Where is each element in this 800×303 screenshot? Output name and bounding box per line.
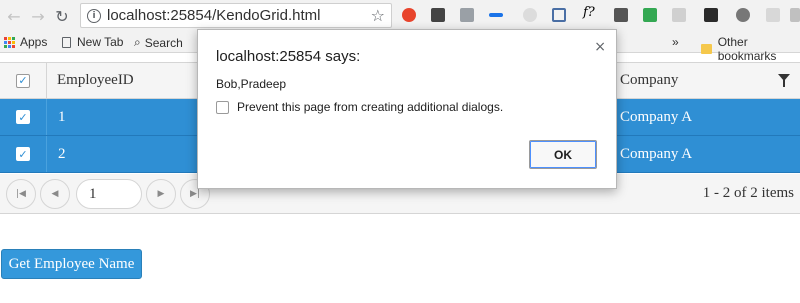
folder-icon <box>701 44 712 54</box>
apps-grid-icon <box>4 36 15 48</box>
dialog-title: localhost:25854 says: <box>216 48 361 65</box>
page-icon <box>62 36 71 48</box>
overflow-chevron-icon: » <box>672 35 679 49</box>
bookmark-search[interactable]: ⌕ Search <box>134 35 183 50</box>
grey-extension-icon[interactable] <box>766 8 780 22</box>
star-icon[interactable]: ☆ <box>371 6 385 25</box>
next-page-icon[interactable]: ▶ <box>146 179 176 209</box>
row-checkbox[interactable]: ✓ <box>16 110 30 124</box>
ok-button[interactable]: OK <box>529 140 597 169</box>
cell-company: Company A <box>620 146 693 162</box>
back-arrow-icon[interactable]: ← <box>2 4 26 28</box>
row-select-cell: ✓ <box>0 136 47 172</box>
cell-employeeid: 1 <box>58 109 66 125</box>
address-bar[interactable]: i localhost:25854/KendoGrid.html ☆ <box>80 3 392 28</box>
prevent-dialogs-checkbox[interactable] <box>216 100 229 114</box>
opera-extension-icon[interactable] <box>402 8 416 22</box>
g-extension-icon[interactable] <box>460 8 474 22</box>
m-extension-icon[interactable] <box>614 8 628 22</box>
select-all-checkbox[interactable]: ✓ <box>16 73 30 88</box>
bookmark-apps-label: Apps <box>20 35 48 49</box>
function-extension-icon[interactable]: f? <box>583 5 601 20</box>
browser-toolbar: ← → ↻ i localhost:25854/KendoGrid.html ☆… <box>0 0 800 31</box>
bookmark-other-label: Other bookmarks <box>717 35 777 63</box>
gear-extension-icon[interactable] <box>736 8 750 22</box>
column-header-company[interactable]: Company <box>620 72 678 89</box>
select-all-cell: ✓ <box>0 63 47 98</box>
row-select-cell: ✓ <box>0 99 47 135</box>
filter-icon-stem <box>783 80 785 87</box>
get-employee-name-button[interactable]: Get Employee Name <box>1 249 142 279</box>
cell-employeeid: 2 <box>58 146 66 162</box>
page-number-input[interactable]: 1 <box>76 179 142 209</box>
alert-dialog: localhost:25854 says: × Bob,Pradeep Prev… <box>197 29 617 189</box>
bookmark-search-label: Search <box>144 35 183 50</box>
forward-arrow-icon[interactable]: → <box>26 4 50 28</box>
colorful-extension-icon[interactable] <box>643 8 657 22</box>
prevent-dialogs-label: Prevent this page from creating addition… <box>237 100 504 114</box>
info-icon[interactable]: i <box>87 8 101 23</box>
bookmark-apps[interactable]: Apps <box>4 35 47 49</box>
circle-extension-icon[interactable] <box>523 8 537 22</box>
cell-company: Company A <box>620 109 693 125</box>
bookmark-new-tab[interactable]: New Tab <box>62 35 123 49</box>
screen-capture-extension-icon[interactable] <box>552 8 566 22</box>
previous-page-icon[interactable]: ◀ <box>40 179 70 209</box>
dialog-message: Bob,Pradeep <box>216 77 287 91</box>
bookmark-other[interactable]: Other bookmarks <box>701 35 800 63</box>
bookmark-new-tab-label: New Tab <box>77 35 124 49</box>
prevent-dialogs-option[interactable]: Prevent this page from creating addition… <box>216 100 503 114</box>
pager-info: 1 - 2 of 2 items <box>702 185 794 201</box>
column-header-employeeid[interactable]: EmployeeID <box>57 72 134 89</box>
search-icon: ⌕ <box>134 35 141 49</box>
close-icon[interactable]: × <box>594 39 606 55</box>
bookmarks-overflow-chevron[interactable]: » <box>672 35 679 49</box>
row-checkbox[interactable]: ✓ <box>16 147 30 161</box>
puzzle-extension-icon[interactable] <box>672 8 686 22</box>
n-extension-icon[interactable] <box>704 8 718 22</box>
first-page-icon[interactable]: |◀ <box>6 179 36 209</box>
wave-extension-icon[interactable] <box>489 13 503 17</box>
bug-extension-icon[interactable] <box>431 8 445 22</box>
menu-extension-icon[interactable] <box>790 8 800 22</box>
url-text: localhost:25854/KendoGrid.html <box>107 7 321 24</box>
page: ← → ↻ i localhost:25854/KendoGrid.html ☆… <box>0 0 800 303</box>
reload-icon[interactable]: ↻ <box>50 4 74 28</box>
